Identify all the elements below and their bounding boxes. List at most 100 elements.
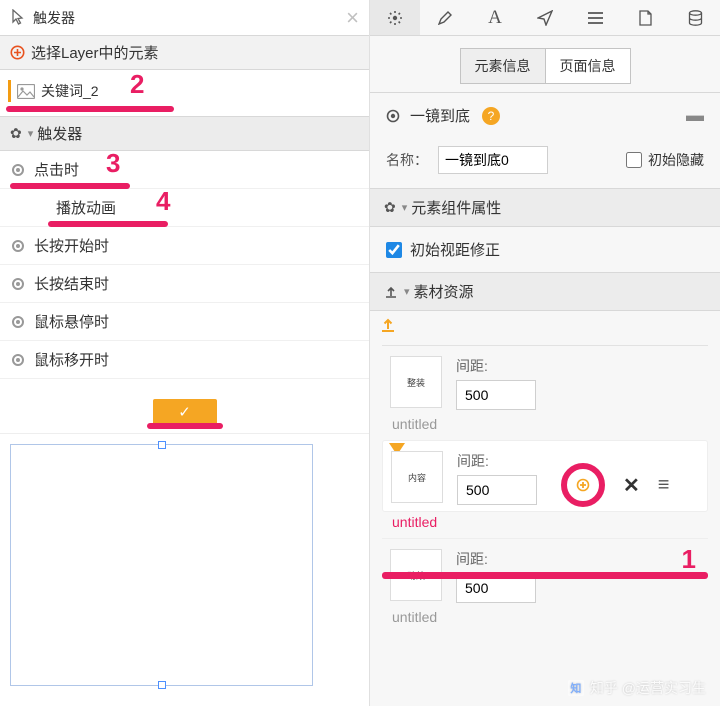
tab-element-info[interactable]: 元素信息: [460, 48, 545, 84]
asset-item[interactable]: 整装 间距:: [382, 345, 708, 414]
right-panel: A 元素信息 页面信息 一镜到底 ? ▬ 名称： 初始隐藏 ✿ ▾ 元素组件属性: [370, 0, 720, 706]
annotation-2: 2: [130, 69, 144, 100]
zhihu-logo-icon: 知: [568, 680, 584, 696]
trigger-label: 鼠标移开时: [34, 349, 109, 370]
asset-distance: 间距:: [457, 451, 537, 505]
record-icon: [12, 354, 24, 366]
active-bar: [8, 80, 11, 102]
annotation-underline-2: [6, 106, 174, 112]
add-icon: [10, 45, 25, 60]
asset-title: untitled: [382, 607, 708, 633]
trigger-longpress-start[interactable]: 长按开始时: [0, 227, 369, 265]
dist-label: 间距:: [456, 356, 536, 376]
trigger-header-label: 触发器: [37, 123, 82, 144]
pointer-icon: [10, 9, 25, 26]
hidden-label: 初始隐藏: [648, 150, 704, 170]
component-props-label: 元素组件属性: [411, 197, 501, 218]
confirm-button[interactable]: ✓: [153, 399, 217, 425]
close-icon[interactable]: ×: [346, 5, 359, 31]
viewfix-row: 初始视距修正: [370, 227, 720, 272]
viewfix-label: 初始视距修正: [410, 239, 500, 260]
asset-item-active[interactable]: 内容 间距: ✕ ≡: [382, 440, 708, 512]
asset-thumb: 整装: [390, 356, 442, 408]
name-input[interactable]: [438, 146, 548, 174]
canvas-area[interactable]: [0, 433, 369, 706]
confirm-row: ✓: [0, 379, 369, 433]
watermark-text: 知乎 @运营实习生: [590, 678, 706, 698]
trigger-hover[interactable]: 鼠标悬停时: [0, 303, 369, 341]
watermark: 知 知乎 @运营实习生: [568, 678, 706, 698]
record-icon: [12, 164, 24, 176]
caret-down-icon: ▾: [28, 127, 34, 140]
info-tabs: 元素信息 页面信息: [370, 36, 720, 92]
upload-button[interactable]: [370, 311, 720, 339]
asset-title: untitled: [382, 512, 708, 538]
record-icon: [12, 278, 24, 290]
tool-list[interactable]: [570, 0, 620, 35]
name-row: 名称： 初始隐藏: [370, 138, 720, 188]
trigger-longpress-end[interactable]: 长按结束时: [0, 265, 369, 303]
dist-input[interactable]: [457, 475, 537, 505]
caret-down-icon: ▾: [402, 201, 408, 214]
trigger-mouseleave[interactable]: 鼠标移开时: [0, 341, 369, 379]
record-icon: [12, 316, 24, 328]
trigger-label: 鼠标悬停时: [34, 311, 109, 332]
annotation-underline-1: [382, 572, 708, 579]
left-panel: 触发器 × 选择Layer中的元素 关键词_2 2 ✿ ▾ 触发器 点击时 3 …: [0, 0, 370, 706]
tool-settings[interactable]: [370, 0, 420, 35]
tool-db[interactable]: [670, 0, 720, 35]
viewfix-checkbox[interactable]: [386, 242, 402, 258]
asset-actions: ✕ ≡: [561, 463, 669, 507]
reorder-icon[interactable]: ≡: [658, 474, 670, 497]
resize-handle-top[interactable]: [158, 441, 166, 449]
tool-send[interactable]: [520, 0, 570, 35]
assets-header[interactable]: ▾ 素材资源: [370, 272, 720, 311]
select-layer-label: 选择Layer中的元素: [31, 42, 159, 63]
help-icon[interactable]: ?: [482, 107, 500, 125]
keyword-label: 关键词_2: [41, 81, 99, 101]
annotation-1: 1: [682, 544, 696, 575]
hidden-checkbox[interactable]: [626, 152, 642, 168]
gear-icon: ✿: [10, 125, 22, 142]
keyword-row[interactable]: 关键词_2 2: [0, 70, 369, 116]
selected-element-box[interactable]: [10, 444, 313, 686]
dist-label: 间距:: [457, 451, 537, 471]
assets-list: 整装 间距: untitled 内容 间距: ✕ ≡ untitled 动效: [370, 339, 720, 633]
dist-input[interactable]: [456, 380, 536, 410]
gear-icon: ✿: [384, 199, 396, 216]
dist-label: 间距:: [456, 549, 536, 569]
tool-text[interactable]: A: [470, 0, 520, 35]
record-icon: [386, 109, 400, 123]
right-toolbar: A: [370, 0, 720, 36]
left-title: 触发器: [33, 8, 75, 28]
select-layer-row[interactable]: 选择Layer中的元素: [0, 36, 369, 70]
resize-handle-bottom[interactable]: [158, 681, 166, 689]
tool-doc[interactable]: [620, 0, 670, 35]
tool-edit[interactable]: [420, 0, 470, 35]
section-row: 一镜到底 ? ▬: [370, 93, 720, 138]
component-props-header[interactable]: ✿ ▾ 元素组件属性: [370, 188, 720, 227]
trigger-list: 点击时 3 播放动画 4 长按开始时 长按结束时 鼠标悬停时 鼠标移开时: [0, 151, 369, 379]
record-icon: [12, 240, 24, 252]
trigger-label: 长按结束时: [34, 273, 109, 294]
tab-page-info[interactable]: 页面信息: [545, 48, 631, 84]
trigger-section-header[interactable]: ✿ ▾ 触发器: [0, 116, 369, 151]
name-label: 名称：: [386, 150, 428, 170]
assets-header-label: 素材资源: [414, 281, 474, 302]
delete-asset-icon[interactable]: ✕: [623, 473, 640, 498]
image-icon: [17, 84, 35, 99]
asset-title: untitled: [382, 414, 708, 440]
add-asset-button[interactable]: [561, 463, 605, 507]
section-title: 一镜到底: [410, 105, 470, 126]
asset-thumb: 内容: [391, 451, 443, 503]
annotation-3: 3: [106, 148, 120, 179]
trigger-label: 长按开始时: [34, 235, 109, 256]
collapse-icon[interactable]: ▬: [686, 105, 704, 126]
trigger-on-click[interactable]: 点击时 3: [0, 151, 369, 189]
caret-down-icon: ▾: [404, 285, 410, 298]
trigger-label: 点击时: [34, 159, 79, 180]
trigger-play-animation[interactable]: 播放动画 4: [0, 189, 369, 227]
upload-icon: [384, 285, 398, 299]
left-header: 触发器 ×: [0, 0, 369, 36]
annotation-4: 4: [156, 186, 170, 217]
